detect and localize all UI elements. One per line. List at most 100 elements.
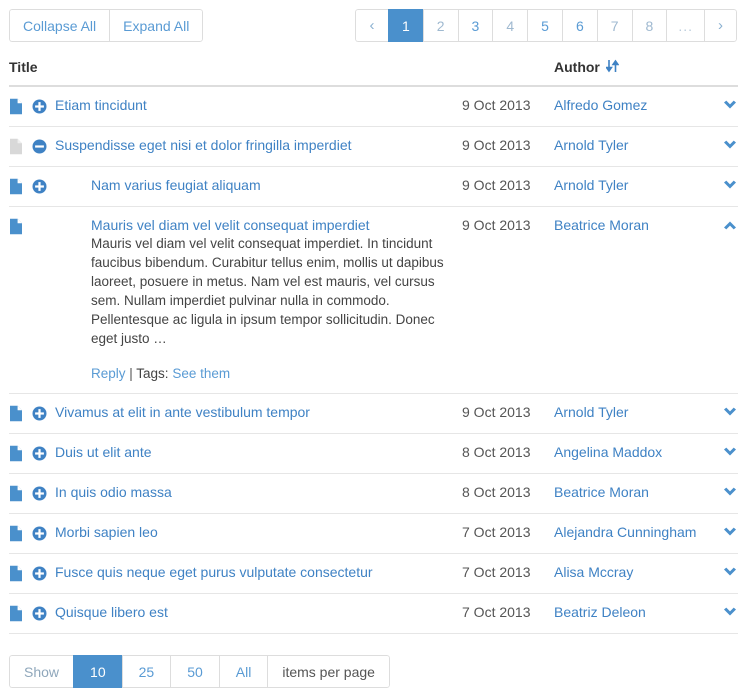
cell-author[interactable]: Arnold Tyler	[554, 393, 704, 434]
sort-updown-icon[interactable]	[604, 59, 620, 76]
table-row[interactable]: Mauris vel diam vel velit consequat impe…	[9, 206, 738, 394]
chevron-down-icon[interactable]	[704, 564, 738, 580]
collapse-all-button[interactable]: Collapse All	[9, 9, 110, 42]
chevron-down-icon[interactable]	[704, 444, 738, 460]
cell-author[interactable]: Beatrice Moran	[554, 206, 704, 394]
table-row[interactable]: Etiam tincidunt 9 Oct 2013 Alfredo Gomez	[9, 86, 738, 127]
cell-title: Quisque libero est	[9, 593, 462, 634]
cell-title: Vivamus at elit in ante vestibulum tempo…	[9, 393, 462, 434]
cell-date: 7 Oct 2013	[462, 513, 554, 554]
row-title-link[interactable]: In quis odio massa	[55, 484, 172, 501]
row-title-link[interactable]: Vivamus at elit in ante vestibulum tempo…	[55, 404, 310, 421]
reply-link[interactable]: Reply	[91, 366, 126, 381]
cell-author[interactable]: Alisa Mccray	[554, 553, 704, 594]
cell-expand-toggle[interactable]	[704, 513, 738, 554]
cell-expand-toggle[interactable]	[704, 166, 738, 207]
pagination-prev-button[interactable]: ‹	[354, 9, 388, 42]
row-title-link[interactable]: Nam varius feugiat aliquam	[91, 177, 261, 194]
minus-circle-icon[interactable]	[32, 139, 47, 154]
column-header-author[interactable]: Author	[554, 50, 704, 87]
expand-all-button[interactable]: Expand All	[109, 9, 204, 42]
row-title-link[interactable]: Suspendisse eget nisi et dolor fringilla…	[55, 137, 352, 154]
table-row[interactable]: In quis odio massa 8 Oct 2013 Beatrice Mor…	[9, 473, 738, 514]
page-size-option-25[interactable]: 25	[121, 655, 171, 688]
cell-author[interactable]: Beatrice Moran	[554, 473, 704, 514]
table-row[interactable]: Suspendisse eget nisi et dolor fringilla…	[9, 126, 738, 167]
page-size-option-10[interactable]: 10	[73, 655, 122, 688]
plus-circle-icon[interactable]	[32, 486, 47, 501]
cell-author[interactable]: Alejandra Cunningham	[554, 513, 704, 554]
file-icon	[9, 445, 23, 462]
table-row[interactable]: Morbi sapien leo 7 Oct 2013 Alejandra Cunn…	[9, 513, 738, 554]
pagination-next-button[interactable]: ›	[704, 9, 737, 42]
title-cell-inner: Vivamus at elit in ante vestibulum tempo…	[9, 404, 462, 422]
row-title-block: Vivamus at elit in ante vestibulum tempo…	[47, 404, 310, 421]
table-row[interactable]: Vivamus at elit in ante vestibulum tempo…	[9, 393, 738, 434]
table-row[interactable]: Quisque libero est 7 Oct 2013 Beatriz Dele…	[9, 593, 738, 634]
page-size-option-all[interactable]: All	[218, 655, 268, 688]
plus-circle-icon[interactable]	[32, 526, 47, 541]
cell-author[interactable]: Arnold Tyler	[554, 126, 704, 167]
row-title-link[interactable]: Morbi sapien leo	[55, 524, 158, 541]
row-meta-line: Reply | Tags: See them	[91, 366, 446, 381]
pagination-page-3[interactable]: 3	[457, 9, 493, 42]
chevron-down-icon[interactable]	[704, 484, 738, 500]
table-row[interactable]: Duis ut elit ante 8 Oct 2013 Angelina Madd…	[9, 433, 738, 474]
column-header-title[interactable]: Title	[9, 50, 462, 87]
cell-title: Etiam tincidunt	[9, 86, 462, 127]
plus-circle-icon[interactable]	[32, 179, 47, 194]
table-row[interactable]: Nam varius feugiat aliquam 9 Oct 2013 Arno…	[9, 166, 738, 207]
cell-expand-toggle[interactable]	[704, 86, 738, 127]
cell-expand-toggle[interactable]	[704, 593, 738, 634]
table-header: Title Author	[9, 50, 738, 87]
data-table: Title Author Etiam tincidunt 9 Oct 2013 Al…	[9, 50, 738, 634]
title-cell-inner: Fusce quis neque eget purus vulputate co…	[9, 564, 462, 582]
cell-expand-toggle[interactable]	[704, 393, 738, 434]
cell-expand-toggle[interactable]	[704, 206, 738, 394]
pagination-page-1[interactable]: 1	[387, 9, 423, 42]
plus-circle-icon[interactable]	[32, 606, 47, 621]
row-title-block: Quisque libero est	[47, 604, 168, 621]
cell-expand-toggle[interactable]	[704, 433, 738, 474]
cell-date: 7 Oct 2013	[462, 553, 554, 594]
pagination-page-7[interactable]: 7	[596, 9, 632, 42]
pagination-page-6[interactable]: 6	[561, 9, 597, 42]
cell-author[interactable]: Alfredo Gomez	[554, 86, 704, 127]
table-row[interactable]: Fusce quis neque eget purus vulputate co…	[9, 553, 738, 594]
pagination-page-4[interactable]: 4	[492, 9, 528, 42]
chevron-down-icon[interactable]	[704, 404, 738, 420]
cell-author[interactable]: Angelina Maddox	[554, 433, 704, 474]
plus-circle-icon[interactable]	[32, 566, 47, 581]
row-title-block: Mauris vel diam vel velit consequat impe…	[47, 217, 446, 381]
row-icon-group	[9, 217, 47, 235]
page-size-option-50[interactable]: 50	[170, 655, 219, 688]
cell-expand-toggle[interactable]	[704, 473, 738, 514]
pagination-ellipsis: ...	[666, 9, 704, 42]
chevron-down-icon[interactable]	[704, 177, 738, 193]
cell-author[interactable]: Arnold Tyler	[554, 166, 704, 207]
row-title-link[interactable]: Quisque libero est	[55, 604, 168, 621]
row-title-link[interactable]: Fusce quis neque eget purus vulputate co…	[55, 564, 373, 581]
pagination-page-2[interactable]: 2	[422, 9, 458, 42]
chevron-down-icon[interactable]	[704, 524, 738, 540]
cell-expand-toggle[interactable]	[704, 126, 738, 167]
file-icon	[9, 485, 23, 502]
cell-expand-toggle[interactable]	[704, 553, 738, 594]
chevron-down-icon[interactable]	[704, 604, 738, 620]
table-header-row: Title Author	[9, 50, 738, 87]
plus-circle-icon[interactable]	[32, 446, 47, 461]
row-title-link[interactable]: Mauris vel diam vel velit consequat impe…	[91, 217, 446, 234]
row-title-block: Nam varius feugiat aliquam	[47, 177, 261, 194]
chevron-down-icon[interactable]	[704, 137, 738, 153]
plus-circle-icon[interactable]	[32, 406, 47, 421]
tags-link[interactable]: See them	[172, 366, 230, 381]
cell-author[interactable]: Beatriz Deleon	[554, 593, 704, 634]
row-title-block: Duis ut elit ante	[47, 444, 152, 461]
pagination-page-8[interactable]: 8	[631, 9, 667, 42]
pagination-page-5[interactable]: 5	[527, 9, 562, 42]
chevron-down-icon[interactable]	[704, 97, 738, 113]
chevron-up-icon[interactable]	[704, 217, 738, 233]
row-title-link[interactable]: Etiam tincidunt	[55, 97, 147, 114]
row-title-link[interactable]: Duis ut elit ante	[55, 444, 152, 461]
plus-circle-icon[interactable]	[32, 99, 47, 114]
